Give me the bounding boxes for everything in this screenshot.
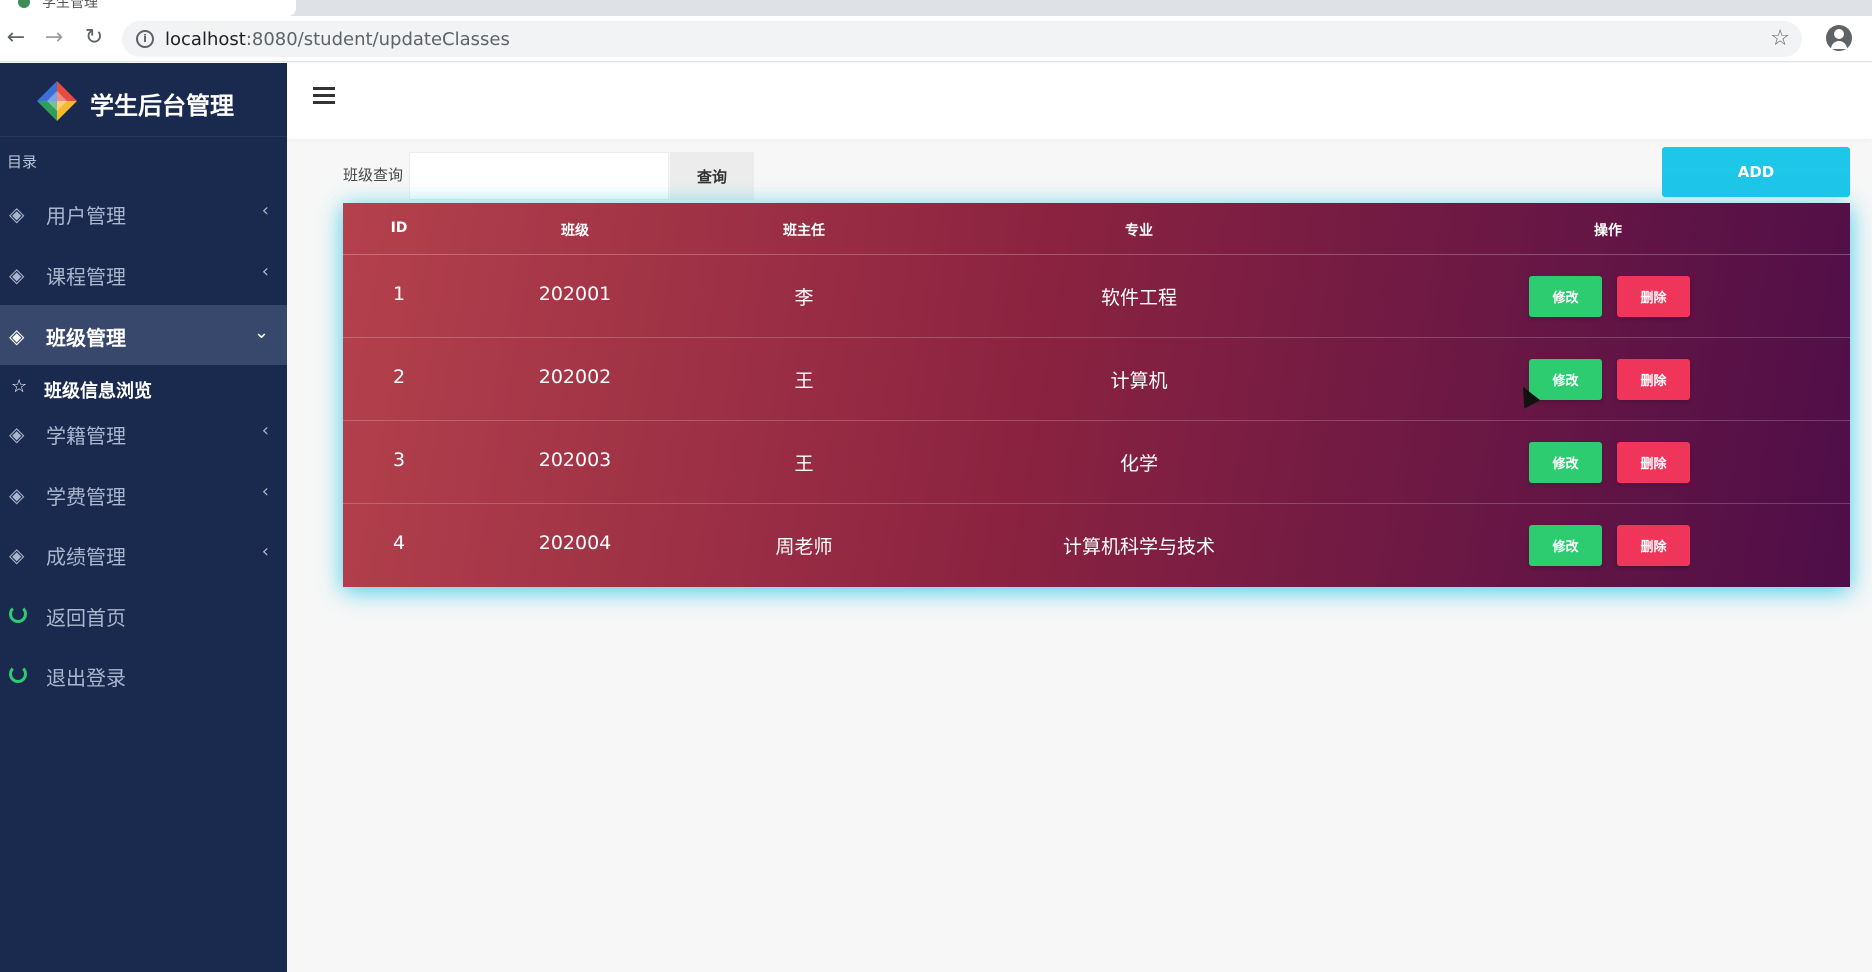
class-search-label: 班级查询 <box>343 166 404 184</box>
chevron-left-icon: ‹ <box>261 541 269 562</box>
class-search-input[interactable] <box>409 152 669 200</box>
cell-class: 202003 <box>538 449 612 471</box>
cell-class: 202002 <box>538 366 612 388</box>
sidebar-item-class-management[interactable]: ◈ 班级管理 ⌄ <box>0 305 287 365</box>
cell-major: 化学 <box>1119 453 1159 475</box>
url-host: localhost <box>165 29 246 50</box>
column-header-teacher: 班主任 <box>783 223 825 239</box>
cell-class: 202004 <box>538 532 612 554</box>
sidebar-item-label: 用户管理 <box>46 204 126 228</box>
sidebar-item-label: 课程管理 <box>46 265 126 289</box>
cell-teacher: 王 <box>794 453 814 475</box>
chevron-left-icon: ‹ <box>261 261 269 282</box>
browser-tab[interactable]: 学生管理 <box>0 0 296 16</box>
sidebar-item-label: 退出登录 <box>46 666 126 690</box>
sidebar-item-logout[interactable]: 退出登录 <box>0 645 287 705</box>
sidebar-item-label: 返回首页 <box>46 606 126 630</box>
site-info-icon[interactable]: i <box>136 30 154 48</box>
sidebar-item-back-home[interactable]: 返回首页 <box>0 585 287 645</box>
brand-title: 学生后台管理 <box>90 92 234 120</box>
table-row: 2 202002 王 计算机 修改 删除 <box>343 338 1850 421</box>
layers-icon: ◈ <box>9 263 25 287</box>
ring-icon <box>9 665 27 683</box>
browser-toolbar: ← → ↻ i localhost:8080/student/updateCla… <box>0 16 1872 62</box>
layers-icon: ◈ <box>9 324 25 348</box>
cell-class: 202001 <box>538 283 612 305</box>
brand-logo-icon <box>37 81 77 121</box>
back-arrow-icon[interactable]: ← <box>2 24 30 52</box>
chevron-down-icon: ⌄ <box>253 322 269 343</box>
cell-id: 3 <box>392 449 406 471</box>
bookmark-star-icon[interactable]: ☆ <box>1770 26 1790 51</box>
address-url[interactable]: localhost:8080/student/updateClasses <box>165 29 510 50</box>
sidebar: 学生后台管理 目录 ◈ 用户管理 ‹ ◈ 课程管理 ‹ ◈ 班级管理 ⌄ ☆ 班… <box>0 63 287 972</box>
sidebar-item-status-management[interactable]: ◈ 学籍管理 ‹ <box>0 403 287 463</box>
top-header-bar <box>287 63 1872 139</box>
edit-button[interactable]: 修改 <box>1529 359 1602 400</box>
column-header-id: ID <box>390 220 408 236</box>
edit-button[interactable]: 修改 <box>1529 442 1602 483</box>
query-button[interactable]: 查询 <box>670 152 754 200</box>
cell-id: 2 <box>392 366 406 388</box>
delete-button[interactable]: 删除 <box>1617 276 1690 317</box>
column-header-class: 班级 <box>561 223 589 239</box>
delete-button[interactable]: 删除 <box>1617 442 1690 483</box>
edit-button[interactable]: 修改 <box>1529 276 1602 317</box>
cell-teacher: 李 <box>794 287 814 309</box>
class-table: ID 班级 班主任 专业 操作 1 202001 李 软件工程 修改 删除 2 … <box>343 203 1850 587</box>
table-row: 1 202001 李 软件工程 修改 删除 <box>343 255 1850 338</box>
brand: 学生后台管理 <box>0 63 287 137</box>
cell-major: 软件工程 <box>1100 287 1178 309</box>
layers-icon: ◈ <box>9 543 25 567</box>
profile-avatar-icon[interactable] <box>1826 25 1852 51</box>
forward-arrow-icon[interactable]: → <box>40 24 68 52</box>
table-header: ID 班级 班主任 专业 操作 <box>343 203 1850 255</box>
sidebar-item-tuition-management[interactable]: ◈ 学费管理 ‹ <box>0 464 287 524</box>
layers-icon: ◈ <box>9 483 25 507</box>
sidebar-subitem-label: 班级信息浏览 <box>44 381 152 402</box>
sidebar-item-user-management[interactable]: ◈ 用户管理 ‹ <box>0 183 287 243</box>
sidebar-item-course-management[interactable]: ◈ 课程管理 ‹ <box>0 244 287 304</box>
cell-id: 1 <box>392 283 406 305</box>
tab-title: 学生管理 <box>42 0 98 11</box>
table-row: 4 202004 周老师 计算机科学与技术 修改 删除 <box>343 504 1850 587</box>
sidebar-item-label: 学费管理 <box>46 485 126 509</box>
browser-tabstrip: 学生管理 <box>0 0 1872 16</box>
cell-major: 计算机科学与技术 <box>1062 536 1216 558</box>
cell-teacher: 王 <box>794 370 814 392</box>
table-row: 3 202003 王 化学 修改 删除 <box>343 421 1850 504</box>
column-header-actions: 操作 <box>1594 223 1622 239</box>
sidebar-subitem-class-browse[interactable]: ☆ 班级信息浏览 <box>0 368 287 408</box>
reload-icon[interactable]: ↻ <box>80 24 108 52</box>
delete-button[interactable]: 删除 <box>1617 359 1690 400</box>
address-bar[interactable]: i localhost:8080/student/updateClasses ☆ <box>122 21 1802 57</box>
cell-major: 计算机 <box>1110 370 1168 392</box>
cell-id: 4 <box>392 532 406 554</box>
star-icon: ☆ <box>11 376 28 397</box>
delete-button[interactable]: 删除 <box>1617 525 1690 566</box>
menu-heading: 目录 <box>7 153 38 171</box>
add-button[interactable]: ADD <box>1662 147 1850 197</box>
column-header-major: 专业 <box>1125 223 1153 239</box>
sidebar-item-label: 学籍管理 <box>46 424 126 448</box>
sidebar-item-label: 班级管理 <box>46 326 126 350</box>
tab-favicon-icon <box>18 0 30 8</box>
hamburger-menu-icon[interactable] <box>313 87 335 105</box>
chevron-left-icon: ‹ <box>261 481 269 502</box>
url-path: :8080/student/updateClasses <box>245 29 510 50</box>
chevron-left-icon: ‹ <box>261 420 269 441</box>
ring-icon <box>9 605 27 623</box>
sidebar-item-grade-management[interactable]: ◈ 成绩管理 ‹ <box>0 524 287 584</box>
sidebar-item-label: 成绩管理 <box>46 545 126 569</box>
layers-icon: ◈ <box>9 202 25 226</box>
edit-button[interactable]: 修改 <box>1529 525 1602 566</box>
layers-icon: ◈ <box>9 422 25 446</box>
chevron-left-icon: ‹ <box>261 200 269 221</box>
cell-teacher: 周老师 <box>775 536 833 558</box>
